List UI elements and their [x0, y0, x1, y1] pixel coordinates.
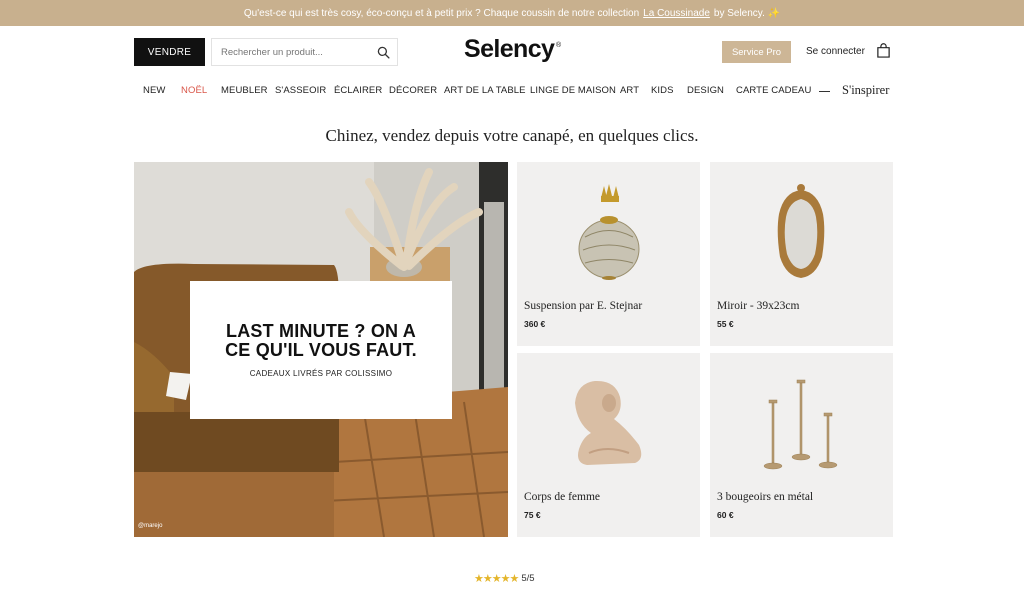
search-input[interactable] — [212, 46, 372, 58]
photo-credit: @marejo — [138, 523, 163, 529]
product-price: 60 € — [717, 510, 734, 520]
product-price: 360 € — [524, 319, 546, 329]
nav-item-noel[interactable]: NOËL — [181, 85, 207, 96]
nav-item-art-de-la-table[interactable]: ART DE LA TABLE — [444, 85, 526, 96]
nav-item-decorer[interactable]: DÉCORER — [389, 85, 437, 96]
rating-score: 5/5 — [521, 573, 535, 584]
nav-item-sasseoir[interactable]: S'ASSEOIR — [275, 85, 326, 96]
product-card[interactable]: Suspension par E. Stejnar 360 € — [517, 162, 700, 346]
promo-banner: Qu'est-ce qui est très cosy, éco-conçu e… — [0, 0, 1024, 26]
nav-item-new[interactable]: NEW — [143, 85, 165, 96]
main-nav: NEW NOËL MEUBLER S'ASSEOIR ÉCLAIRER DÉCO… — [0, 82, 1024, 100]
product-card[interactable]: Corps de femme 75 € — [517, 353, 700, 537]
nav-item-linge-de-maison[interactable]: LINGE DE MAISON — [530, 85, 616, 96]
star-rating-icon: ★★★★★ — [474, 573, 519, 585]
hero-banner[interactable]: LAST MINUTE ? ON A CE QU'IL VOUS FAUT. C… — [134, 162, 508, 537]
sell-button[interactable]: VENDRE — [134, 38, 205, 66]
nav-item-art[interactable]: ART — [620, 85, 639, 96]
nav-separator — [819, 91, 830, 92]
product-card[interactable]: 3 bougeoirs en métal 60 € — [710, 353, 893, 537]
product-name: 3 bougeoirs en métal — [717, 491, 814, 503]
selency-logo[interactable]: Selency — [464, 35, 555, 64]
product-name: Suspension par E. Stejnar — [524, 300, 643, 312]
nav-item-meubler[interactable]: MEUBLER — [221, 85, 268, 96]
promo-link[interactable]: La Coussinade — [643, 8, 710, 19]
registered-mark: ® — [556, 42, 562, 49]
product-name: Miroir - 39x23cm — [717, 300, 800, 312]
product-name: Corps de femme — [524, 491, 601, 503]
nav-item-inspire[interactable]: S'inspirer — [842, 83, 889, 98]
mirror-image — [777, 184, 825, 278]
hero-card: LAST MINUTE ? ON A CE QU'IL VOUS FAUT. C… — [190, 281, 452, 419]
sculpture-image — [575, 380, 642, 465]
promo-text-end: by Selency. ✨ — [713, 7, 781, 19]
shopping-bag-icon[interactable] — [876, 43, 891, 58]
search-bar — [211, 38, 398, 66]
site-header: VENDRE Selency ® Service Pro Se connecte… — [0, 26, 1024, 78]
hero-subtitle: CADEAUX LIVRÉS PAR COLISSIMO — [249, 369, 393, 378]
product-price: 55 € — [717, 319, 734, 329]
product-card[interactable]: Miroir - 39x23cm 55 € — [710, 162, 893, 346]
pendant-light-image — [578, 184, 640, 280]
nav-item-eclairer[interactable]: ÉCLAIRER — [334, 85, 382, 96]
search-icon[interactable] — [377, 46, 390, 59]
service-pro-button[interactable]: Service Pro — [722, 41, 791, 63]
rating-widget: ★★★★★ 5/5 — [474, 572, 535, 585]
nav-item-design[interactable]: DESIGN — [687, 85, 724, 96]
nav-item-kids[interactable]: KIDS — [651, 85, 674, 96]
nav-item-carte-cadeau[interactable]: CARTE CADEAU — [736, 85, 811, 96]
candlesticks-image — [763, 379, 838, 470]
product-price: 75 € — [524, 510, 541, 520]
page-tagline: Chinez, vendez depuis votre canapé, en q… — [325, 126, 699, 145]
promo-text: Qu'est-ce qui est très cosy, éco-conçu e… — [243, 7, 640, 19]
login-link[interactable]: Se connecter — [806, 46, 865, 57]
hero-title: LAST MINUTE ? ON A CE QU'IL VOUS FAUT. — [225, 321, 417, 360]
